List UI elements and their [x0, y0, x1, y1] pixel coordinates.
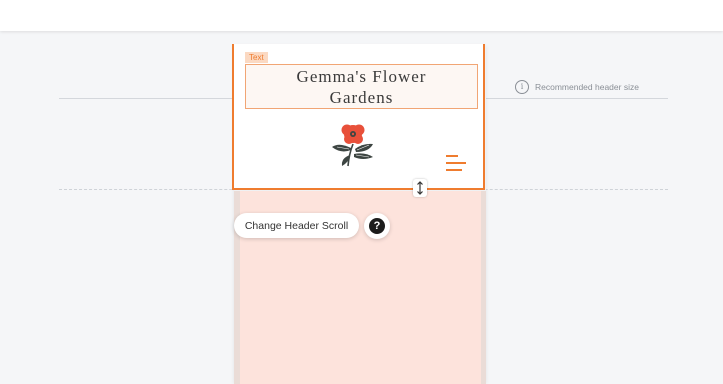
header-resize-handle[interactable] — [413, 179, 427, 197]
site-title-text-box[interactable]: Gemma's Flower Gardens — [245, 64, 478, 109]
flower-icon[interactable] — [329, 122, 381, 168]
recommended-header-size-label: Recommended header size — [535, 82, 639, 92]
change-header-scroll-label: Change Header Scroll — [244, 219, 349, 232]
help-button[interactable]: ? — [364, 213, 390, 239]
editor-top-bar — [0, 0, 723, 31]
site-title: Gemma's Flower Gardens — [296, 66, 427, 107]
question-mark-icon: ? — [369, 218, 385, 234]
recommended-header-size-note: i Recommended header size — [515, 79, 639, 95]
hamburger-menu-icon[interactable] — [446, 154, 468, 172]
vertical-resize-icon — [417, 181, 423, 195]
text-element-tag: Text — [245, 52, 268, 63]
mobile-frame-right-edge — [481, 191, 486, 384]
info-icon: i — [515, 80, 529, 94]
change-header-scroll-button[interactable]: Change Header Scroll — [234, 213, 359, 238]
